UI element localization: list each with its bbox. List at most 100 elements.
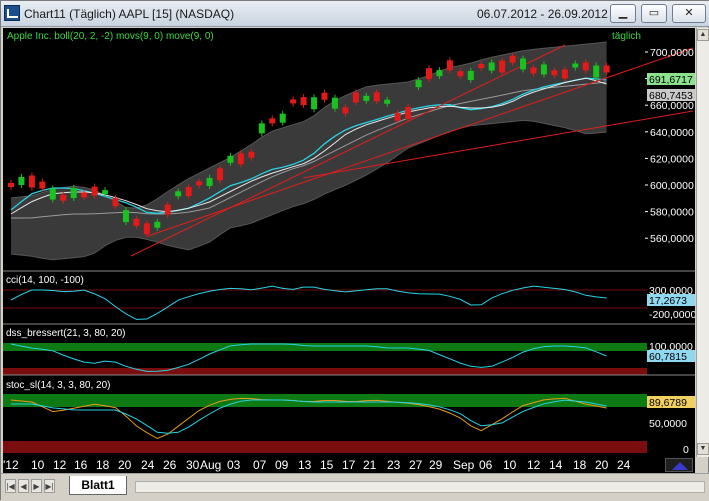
candle-body [478, 64, 485, 69]
candle-body [28, 175, 35, 188]
candle-body [572, 63, 579, 68]
price-y-tick: 620,0000 [650, 153, 694, 165]
stoc-tick-zero: 0 [683, 444, 689, 456]
candle-body [18, 176, 25, 185]
candle-body [394, 112, 401, 121]
candle-body [122, 210, 129, 223]
next-sheet-icon[interactable]: ▶ [31, 479, 42, 493]
x-axis-label: 12 [53, 458, 67, 472]
chart-canvas[interactable]: Apple Inc. boll(20, 2, -2) movs(9, 0) mo… [3, 28, 696, 457]
last-value-1: 691,6717 [649, 74, 693, 86]
dss-oversold-zone [3, 368, 647, 375]
scroll-right-icon [672, 462, 688, 470]
last-value-2: 680,7453 [649, 90, 693, 102]
candle-body [426, 68, 432, 80]
x-axis-label: 21 [363, 458, 377, 472]
candle-body [363, 95, 370, 101]
candle-body [551, 70, 558, 76]
candle-body [300, 97, 307, 106]
prev-sheet-icon[interactable]: ◀ [18, 479, 29, 493]
x-axis-label: 13 [298, 458, 312, 472]
x-axis-label: 09 [275, 458, 289, 472]
x-axis-label: 24 [617, 458, 631, 472]
x-axis-label: 03 [227, 458, 241, 472]
minimize-button[interactable]: ▁ [610, 4, 636, 23]
chart-scroll-button[interactable] [665, 458, 693, 472]
candle-body [321, 92, 328, 100]
chart-area[interactable]: Apple Inc. boll(20, 2, -2) movs(9, 0) mo… [3, 28, 696, 457]
restore-button[interactable]: ▭ [641, 4, 667, 23]
stoc-legend: stoc_sl(14, 3, 3, 80, 20) [6, 380, 111, 391]
candle-body [175, 191, 182, 197]
x-axis-label: 12 [527, 458, 541, 472]
horizontal-scrollbar[interactable] [135, 481, 705, 493]
x-axis-label: 20 [595, 458, 609, 472]
x-axis-label: 18 [573, 458, 587, 472]
candle-body [436, 70, 443, 77]
price-y-tick: 700,0000 [650, 47, 694, 59]
candle-body [164, 204, 171, 215]
candle-body [143, 223, 150, 235]
candle-body [39, 181, 46, 189]
candle-body [227, 155, 234, 163]
close-icon: ✕ [684, 7, 694, 19]
minimize-icon: ▁ [618, 7, 628, 19]
candle-body [467, 70, 474, 80]
price-y-tick: 640,0000 [650, 127, 694, 139]
dss-last-value: 60,7815 [649, 351, 687, 363]
candle-body [342, 107, 349, 114]
sheet-bar: |◀ ◀ ▶ ▶| Blatt1 [1, 473, 709, 501]
candle-body [206, 178, 213, 186]
x-axis-label: 30 [186, 458, 200, 472]
candle-body [457, 71, 464, 77]
x-axis-label: 07 [253, 458, 267, 472]
candle-body [248, 151, 255, 158]
candle-body [499, 60, 506, 73]
price-legend: Apple Inc. boll(20, 2, -2) movs(9, 0) mo… [7, 31, 214, 42]
x-axis-label: 23 [387, 458, 401, 472]
dss-overbought-zone [3, 343, 647, 351]
cci-last-value: 17,2673 [649, 295, 687, 307]
candle-body [561, 69, 568, 79]
x-axis-label: Sep [453, 458, 475, 472]
x-axis-label: 06 [479, 458, 493, 472]
scroll-up-icon[interactable]: ▲ [697, 29, 709, 41]
dss-panel: dss_bressert(21, 3, 80, 20) 100,0000 60,… [3, 325, 695, 375]
candle-body [593, 65, 600, 78]
candle-body [258, 123, 265, 134]
stoc-tick-mid: 50,0000 [649, 418, 687, 430]
last-sheet-icon[interactable]: ▶| [44, 479, 55, 493]
x-axis-label: 20 [118, 458, 132, 472]
price-y-tick: 600,0000 [650, 180, 694, 192]
stoc-panel: stoc_sl(14, 3, 3, 80, 20) 89,6789 50,000… [3, 376, 695, 457]
candle-body [446, 60, 453, 71]
price-panel: Apple Inc. boll(20, 2, -2) movs(9, 0) mo… [3, 28, 695, 271]
candle-body [8, 183, 14, 187]
chart-window: Chart11 (Täglich) AAPL [15] (NASDAQ) 06.… [0, 0, 709, 501]
price-y-tick: 580,0000 [650, 207, 694, 219]
price-y-tick: 660,0000 [650, 100, 694, 112]
close-button[interactable]: ✕ [672, 4, 706, 23]
candle-body [520, 58, 527, 70]
candle-body [540, 64, 547, 75]
x-axis-label: 27 [409, 458, 423, 472]
sheet-tab-blatt1[interactable]: Blatt1 [69, 476, 127, 495]
stoc-oversold-zone [3, 441, 647, 453]
scroll-down-icon[interactable]: ▼ [697, 443, 709, 455]
candle-body [133, 218, 140, 226]
candle-body [331, 97, 338, 109]
x-axis-label: Aug [200, 458, 222, 472]
dss-legend: dss_bressert(21, 3, 80, 20) [6, 328, 126, 339]
candle-body [384, 99, 391, 104]
candle-body [488, 62, 495, 71]
candle-body [269, 118, 276, 124]
vertical-scrollbar[interactable]: ▲ ▼ [696, 28, 709, 457]
x-axis-label: 10 [503, 458, 517, 472]
candle-body [60, 194, 67, 201]
x-axis-label: 29 [429, 458, 443, 472]
first-sheet-icon[interactable]: |◀ [5, 479, 16, 493]
app-chart-icon [4, 5, 20, 21]
title-bar[interactable]: Chart11 (Täglich) AAPL [15] (NASDAQ) 06.… [1, 1, 709, 27]
candle-body [70, 188, 77, 198]
x-axis-label: 10 [31, 458, 45, 472]
